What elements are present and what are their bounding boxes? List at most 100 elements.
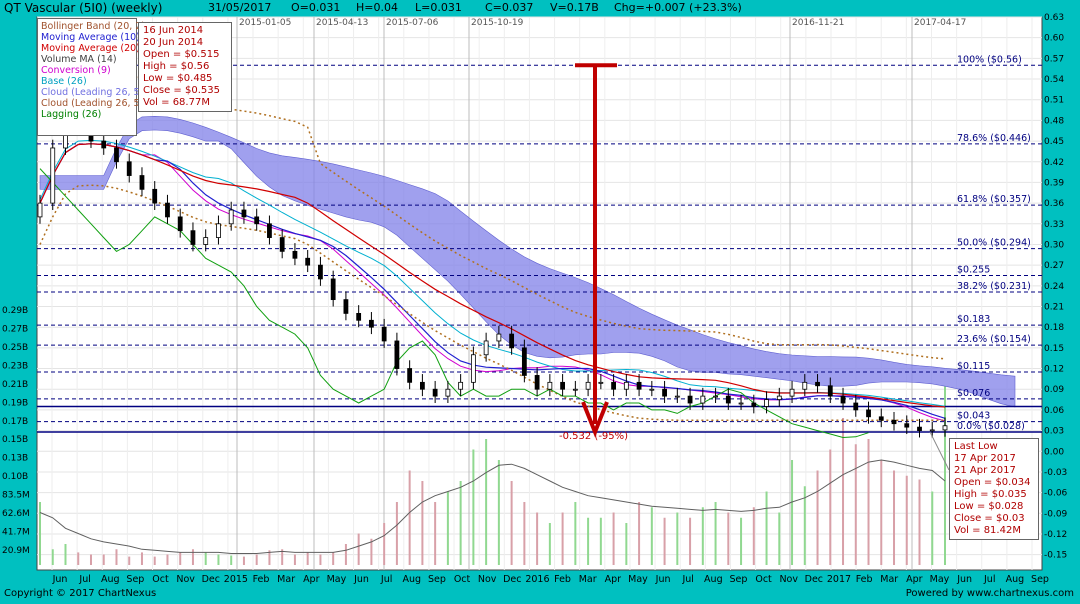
- x-tick-label: Jun: [655, 574, 671, 585]
- first-bar-info-line: Vol = 68.77M: [143, 97, 210, 108]
- volume-bar: [816, 470, 819, 565]
- volume-bar: [727, 512, 730, 565]
- y-tick-label: 0.45: [1044, 137, 1064, 147]
- header-open: O=0.031: [291, 1, 341, 14]
- x-tick-label: 2015: [224, 574, 248, 585]
- volume-tick-label: 0.25B: [2, 343, 28, 353]
- candle-body: [751, 402, 757, 407]
- candle-body: [152, 188, 158, 204]
- x-tick-label: Nov: [779, 574, 798, 585]
- y-tick-label: 0.30: [1044, 240, 1064, 250]
- volume-tick-label: 83.5M: [2, 491, 30, 501]
- legend-item: Conversion (9): [41, 65, 111, 76]
- candle-body: [407, 368, 413, 383]
- x-tick-label: Aug: [704, 574, 723, 585]
- volume-bar: [204, 552, 207, 565]
- volume-bar: [740, 517, 743, 565]
- candle-body: [904, 423, 910, 428]
- candle-body: [509, 333, 515, 349]
- date-marker-label: 2016-11-21: [792, 18, 844, 28]
- volume-bar: [561, 512, 564, 565]
- volume-bar: [510, 481, 513, 565]
- candle-body: [649, 388, 655, 391]
- candle-body: [343, 299, 349, 314]
- volume-bar: [867, 439, 870, 565]
- x-tick-label: Jul: [983, 574, 995, 585]
- volume-tick-label: 0.27B: [2, 324, 28, 334]
- volume-bar: [944, 386, 946, 565]
- volume-bar: [459, 481, 462, 565]
- candle-body: [470, 354, 476, 383]
- candle-body: [101, 140, 107, 149]
- x-tick-label: Jul: [78, 574, 90, 585]
- fib-level-label: 61.8% ($0.357): [957, 194, 1031, 205]
- legend-item: Cloud (Leading 26, 5: [41, 87, 140, 98]
- candle-body: [840, 395, 846, 404]
- candle-body: [445, 388, 451, 397]
- volume-bar: [446, 491, 449, 565]
- candle-body: [598, 381, 604, 384]
- first-bar-info-line: High = $0.56: [143, 61, 210, 72]
- y-tick-label: 0.48: [1044, 116, 1064, 126]
- candle-body: [279, 237, 285, 252]
- x-tick-label: Aug: [1006, 574, 1025, 585]
- x-tick-label: Oct: [152, 574, 169, 585]
- volume-bar: [293, 554, 296, 565]
- candle-body: [662, 388, 667, 397]
- y-tick-label: 0.54: [1044, 75, 1064, 85]
- volume-bar: [497, 460, 500, 565]
- volume-bar: [752, 507, 755, 565]
- candle-body: [738, 402, 744, 405]
- volume-bar: [306, 552, 309, 565]
- decline-label: -0.532 (-95%): [559, 431, 628, 442]
- fib-level-label: 78.6% ($0.446): [957, 133, 1031, 144]
- volume-bar: [765, 491, 768, 565]
- volume-bar: [102, 554, 105, 565]
- candle-body: [458, 381, 464, 390]
- x-tick-label: May: [628, 574, 648, 585]
- first-bar-info-line: 16 Jun 2014: [143, 25, 204, 36]
- volume-bar: [332, 552, 335, 565]
- first-bar-info-box: 16 Jun 2014 20 Jun 2014 Open = $0.515 High …: [138, 22, 232, 112]
- y-tick-label: 0.06: [1044, 406, 1064, 416]
- volume-bar: [408, 470, 411, 565]
- volume-bar: [395, 502, 398, 565]
- y-tick-label: 0.00: [1044, 447, 1064, 457]
- candle-body: [292, 250, 298, 259]
- volume-bar: [893, 470, 896, 565]
- legend-item: Base (26): [41, 76, 87, 87]
- volume-bar: [89, 554, 92, 565]
- volume-bar: [791, 460, 794, 565]
- volume-bar: [599, 517, 602, 565]
- x-tick-label: May: [327, 574, 347, 585]
- candle-body: [674, 395, 680, 398]
- chart-title: QT Vascular (5I0) (weekly): [4, 1, 163, 15]
- volume-bar: [650, 507, 653, 565]
- volume-bar: [230, 555, 233, 565]
- date-marker-label: 2015-10-19: [471, 18, 524, 28]
- volume-bar: [179, 552, 182, 565]
- volume-bar: [829, 449, 832, 565]
- x-tick-label: Sep: [126, 574, 144, 585]
- y-tick-label: 0.63: [1044, 13, 1064, 23]
- volume-bar: [689, 517, 692, 565]
- y-tick-label: 0.12: [1044, 365, 1064, 375]
- y-tick-label: 0.18: [1044, 323, 1064, 333]
- x-tick-label: Jul: [380, 574, 392, 585]
- y-tick-label: 0.27: [1044, 261, 1064, 271]
- x-tick-label: Feb: [856, 574, 873, 585]
- candle-body: [432, 388, 438, 397]
- header-date: 31/05/2017: [208, 1, 272, 14]
- volume-bar: [77, 552, 80, 565]
- x-tick-label: 2017: [827, 574, 851, 585]
- fib-level-label: 0.0% ($0.028): [957, 421, 1025, 432]
- candle-body: [381, 326, 387, 342]
- last-low-info-line: 17 Apr 2017: [954, 453, 1016, 464]
- volume-tick-label: 0.21B: [2, 380, 28, 390]
- last-low-info-line: Vol = 81.42M: [954, 525, 1021, 536]
- volume-tick-label: 0.19B: [2, 398, 28, 408]
- candle-body: [318, 264, 323, 280]
- candle-body: [534, 375, 540, 390]
- candle-body: [254, 216, 260, 225]
- volume-bar: [242, 556, 245, 565]
